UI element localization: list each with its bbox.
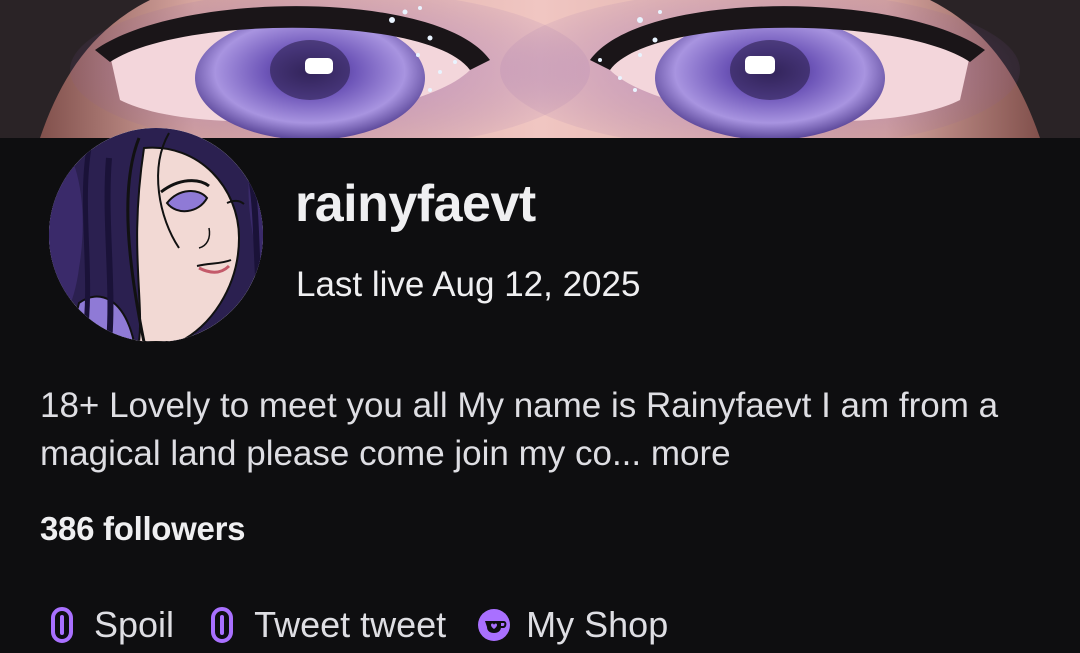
social-link-label: Tweet tweet (254, 604, 447, 645)
followers-count: 386 followers (40, 510, 246, 547)
profile-banner (0, 0, 1080, 138)
social-link-my-shop[interactable]: My Shop (476, 604, 668, 646)
social-link-label: Spoil (94, 604, 175, 645)
channel-bio: 18+ Lovely to meet you all My name is Ra… (40, 382, 1050, 478)
channel-about-page: rainyfaevt Last live Aug 12, 2025 18+ Lo… (0, 0, 1080, 653)
link-icon (44, 605, 80, 645)
social-links: Spoil Tweet tweet My Shop (44, 598, 698, 652)
bio-more-link[interactable]: more (651, 434, 731, 473)
bio-text: 18+ Lovely to meet you all My name is Ra… (40, 386, 999, 473)
shop-icon (476, 605, 512, 645)
social-link-spoil[interactable]: Spoil (44, 604, 174, 646)
social-link-tweet[interactable]: Tweet tweet (204, 604, 446, 646)
link-icon (204, 605, 240, 645)
last-live-status: Last live Aug 12, 2025 (296, 265, 641, 304)
social-link-label: My Shop (526, 604, 669, 645)
channel-username: rainyfaevt (295, 175, 536, 233)
channel-avatar[interactable] (49, 128, 263, 342)
